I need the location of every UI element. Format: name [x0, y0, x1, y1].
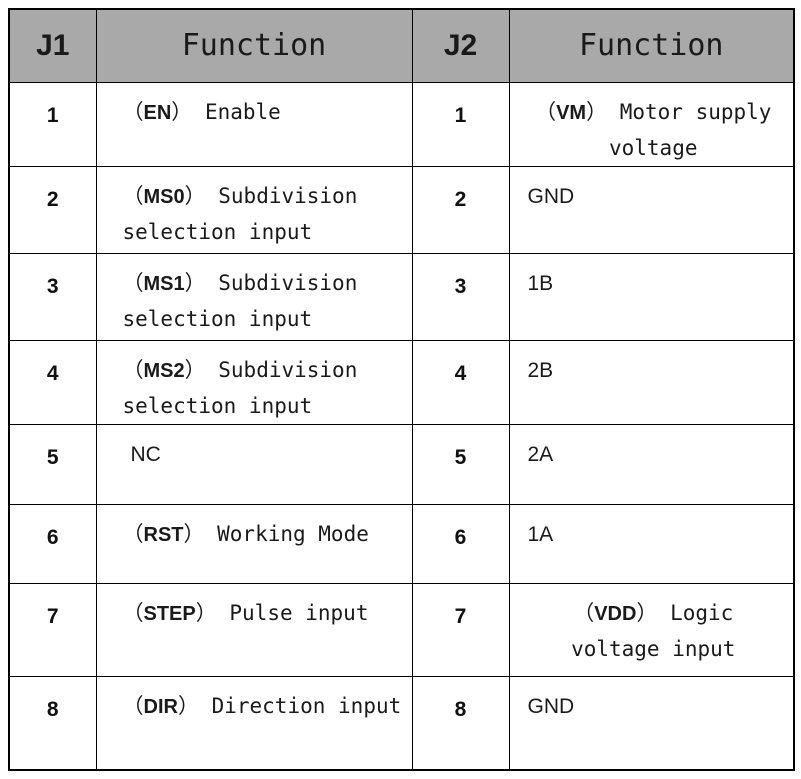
cell-j1-function: （EN） Enable [95, 82, 413, 167]
cell-j2-function: 2B [508, 340, 795, 425]
table-row: 1 （EN） Enable 1 （VM） Motor supply voltage [8, 82, 795, 167]
j2-function-text: 1A [527, 523, 554, 546]
signal-name: EN [143, 102, 172, 124]
cell-j2-function: GND [508, 166, 795, 254]
column-header-j2-function: Function [508, 8, 795, 83]
cell-j2-function: 2A [508, 424, 795, 505]
j2-pin-number: 1 [454, 104, 467, 127]
table-row: 2 （MS0） Subdivision selection input 2 GND [8, 166, 795, 254]
j2-function-text: 2A [527, 443, 554, 466]
column-header-j1-label: J1 [36, 29, 70, 62]
table-row: 4 （MS2） Subdivision selection input 4 2B [8, 340, 795, 425]
cell-j2-pin: 7 [411, 583, 510, 677]
j2-function-text: GND [527, 695, 575, 718]
cell-j2-pin: 1 [411, 82, 510, 167]
cell-j1-pin: 8 [8, 676, 97, 771]
pin-function-table: J1 Function J2 Function 1 （EN） Enable 1 （VM… [8, 8, 795, 771]
j1-pin-number: 4 [46, 362, 59, 385]
cell-j2-pin: 8 [411, 676, 510, 771]
header-row: J1 Function J2 Function [8, 8, 795, 83]
j1-function-text: （MS2） Subdivision selection input [122, 358, 370, 418]
cell-j1-function: NC [95, 424, 413, 505]
cell-j1-pin: 1 [8, 82, 97, 167]
j2-function-text: 2B [527, 359, 554, 382]
signal-name: RST [143, 524, 184, 546]
signal-name: MS2 [143, 360, 185, 382]
signal-name: STEP [143, 603, 196, 625]
cell-j2-function: GND [508, 676, 795, 771]
table-body: 1 （EN） Enable 1 （VM） Motor supply voltage 2 （… [8, 82, 795, 771]
cell-j1-pin: 5 [8, 424, 97, 505]
signal-name: VM [556, 102, 587, 124]
j2-pin-number: 3 [454, 275, 467, 298]
j1-pin-number: 1 [46, 104, 59, 127]
j2-function-text: 1B [527, 272, 554, 295]
cell-j1-function: （MS0） Subdivision selection input [95, 166, 413, 254]
table-row: 7 （STEP） Pulse input 7 （VDD） Logic voltage … [8, 583, 795, 677]
cell-j2-pin: 3 [411, 253, 510, 341]
cell-j2-function: 1A [508, 504, 795, 584]
signal-name: VDD [594, 603, 637, 625]
j1-pin-number: 5 [46, 446, 59, 469]
table-row: 5 NC 5 2A [8, 424, 795, 505]
signal-name: MS0 [143, 186, 185, 208]
j2-pin-number: 8 [454, 698, 467, 721]
cell-j1-pin: 3 [8, 253, 97, 341]
cell-j1-function: （RST） Working Mode [95, 504, 413, 584]
cell-j1-pin: 6 [8, 504, 97, 584]
cell-j1-function: （MS2） Subdivision selection input [95, 340, 413, 425]
j2-function-text: （VDD） Logic voltage input [571, 601, 746, 661]
signal-name: DIR [143, 696, 178, 718]
j1-pin-number: 8 [46, 698, 59, 721]
j2-pin-number: 4 [454, 362, 467, 385]
j2-pin-number: 2 [454, 188, 467, 211]
j1-function-text: （EN） Enable [122, 100, 281, 124]
cell-j2-pin: 4 [411, 340, 510, 425]
cell-j2-function: （VM） Motor supply voltage [508, 82, 795, 167]
column-header-j1-function-label: Function [181, 28, 327, 63]
cell-j1-function: （MS1） Subdivision selection input [95, 253, 413, 341]
j1-function-text: （RST） Working Mode [122, 522, 369, 546]
table-row: 8 （DIR） Direction input 8 GND [8, 676, 795, 771]
j1-pin-number: 7 [46, 605, 59, 628]
cell-j2-function: （VDD） Logic voltage input [508, 583, 795, 677]
j2-function-text: （VM） Motor supply voltage [535, 100, 785, 160]
cell-j1-function: （STEP） Pulse input [95, 583, 413, 677]
cell-j1-function: （DIR） Direction input [95, 676, 413, 771]
j2-pin-number: 5 [454, 446, 467, 469]
cell-j2-pin: 2 [411, 166, 510, 254]
cell-j1-pin: 4 [8, 340, 97, 425]
j1-pin-number: 3 [46, 275, 59, 298]
j1-pin-number: 6 [46, 526, 59, 549]
cell-j2-pin: 6 [411, 504, 510, 584]
column-header-j2-function-label: Function [579, 28, 724, 63]
j2-pin-number: 7 [454, 605, 467, 628]
j1-function-text: （MS0） Subdivision selection input [122, 184, 370, 244]
signal-name: MS1 [143, 273, 185, 295]
table-row: 6 （RST） Working Mode 6 1A [8, 504, 795, 584]
cell-j1-pin: 2 [8, 166, 97, 254]
j2-function-text: GND [527, 185, 575, 208]
cell-j2-function: 1B [508, 253, 795, 341]
j2-pin-number: 6 [454, 526, 467, 549]
pinout-table-container: J1 Function J2 Function 1 （EN） Enable 1 （VM… [8, 8, 795, 771]
cell-j1-pin: 7 [8, 583, 97, 677]
j1-function-text: （STEP） Pulse input [122, 601, 369, 625]
column-header-j1: J1 [8, 8, 97, 83]
column-header-j1-function: Function [95, 8, 413, 83]
column-header-j2: J2 [411, 8, 510, 83]
j1-pin-number: 2 [46, 188, 59, 211]
j1-function-text: （MS1） Subdivision selection input [122, 271, 370, 331]
table-row: 3 （MS1） Subdivision selection input 3 1B [8, 253, 795, 341]
cell-j2-pin: 5 [411, 424, 510, 505]
j1-function-text: NC [130, 443, 161, 466]
column-header-j2-label: J2 [443, 29, 478, 62]
table-header: J1 Function J2 Function [8, 8, 795, 83]
j1-function-text: （DIR） Direction input [122, 694, 402, 718]
